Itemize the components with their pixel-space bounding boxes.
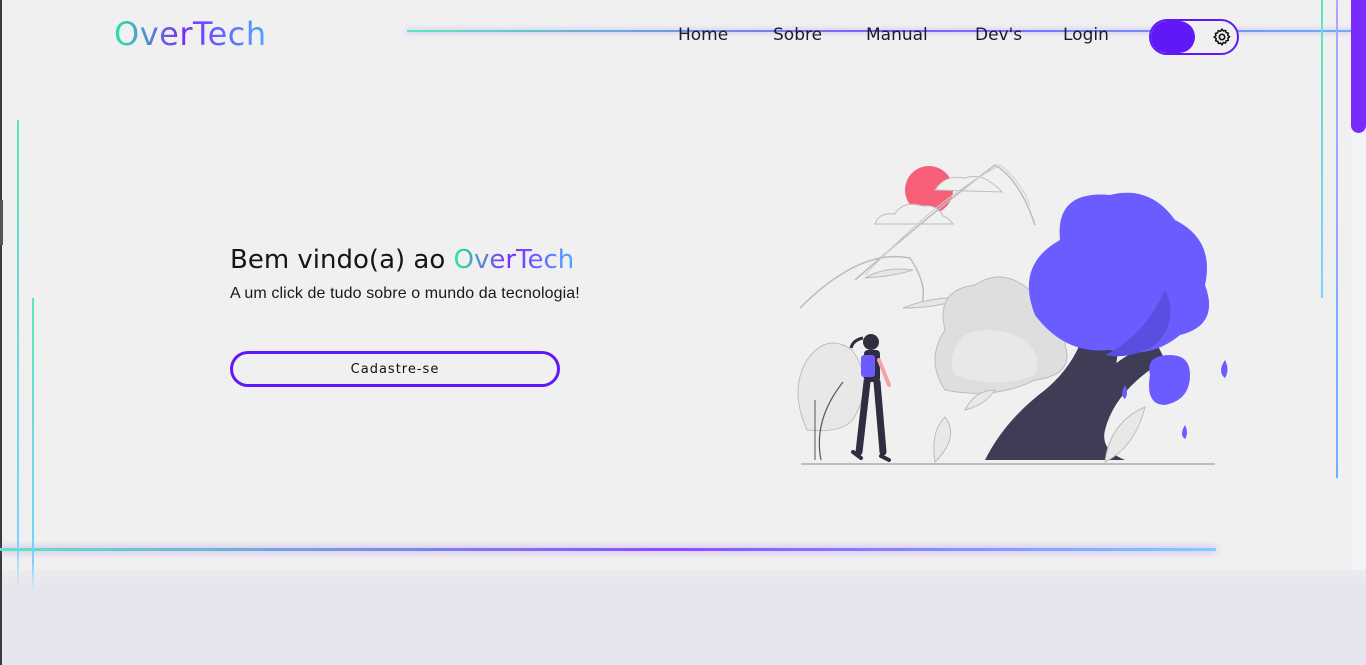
window-edge — [0, 0, 2, 665]
nav-item-home[interactable]: Home — [678, 25, 728, 45]
gear-icon — [1213, 28, 1231, 46]
hiking-illustration — [797, 164, 1228, 465]
theme-toggle[interactable] — [1149, 19, 1239, 55]
decor-line-right-1 — [1321, 0, 1323, 298]
decor-line-right-2 — [1336, 0, 1338, 478]
signup-button[interactable]: Cadastre-se — [230, 351, 560, 387]
page-footer-band — [0, 570, 1366, 665]
window-edge-marker — [0, 200, 3, 245]
brand-logo[interactable]: OverTech — [114, 15, 267, 53]
nav-item-login[interactable]: Login — [1063, 25, 1109, 45]
decor-line-left-2 — [32, 298, 34, 590]
welcome-brand: OverTech — [453, 245, 575, 275]
decor-line-left-1 — [17, 120, 19, 590]
welcome-prefix: Bem vindo(a) ao — [230, 245, 446, 275]
hero-subtitle: A um click de tudo sobre o mundo da tecn… — [230, 285, 580, 302]
scrollbar-thumb[interactable] — [1351, 0, 1366, 133]
toggle-knob — [1151, 21, 1195, 53]
nav-item-manual[interactable]: Manual — [866, 25, 928, 45]
nav-item-devs[interactable]: Dev's — [975, 25, 1022, 45]
decor-line-bottom — [0, 548, 1216, 551]
welcome-heading: Bem vindo(a) ao OverTech — [230, 245, 574, 275]
nav-item-sobre[interactable]: Sobre — [773, 25, 822, 45]
